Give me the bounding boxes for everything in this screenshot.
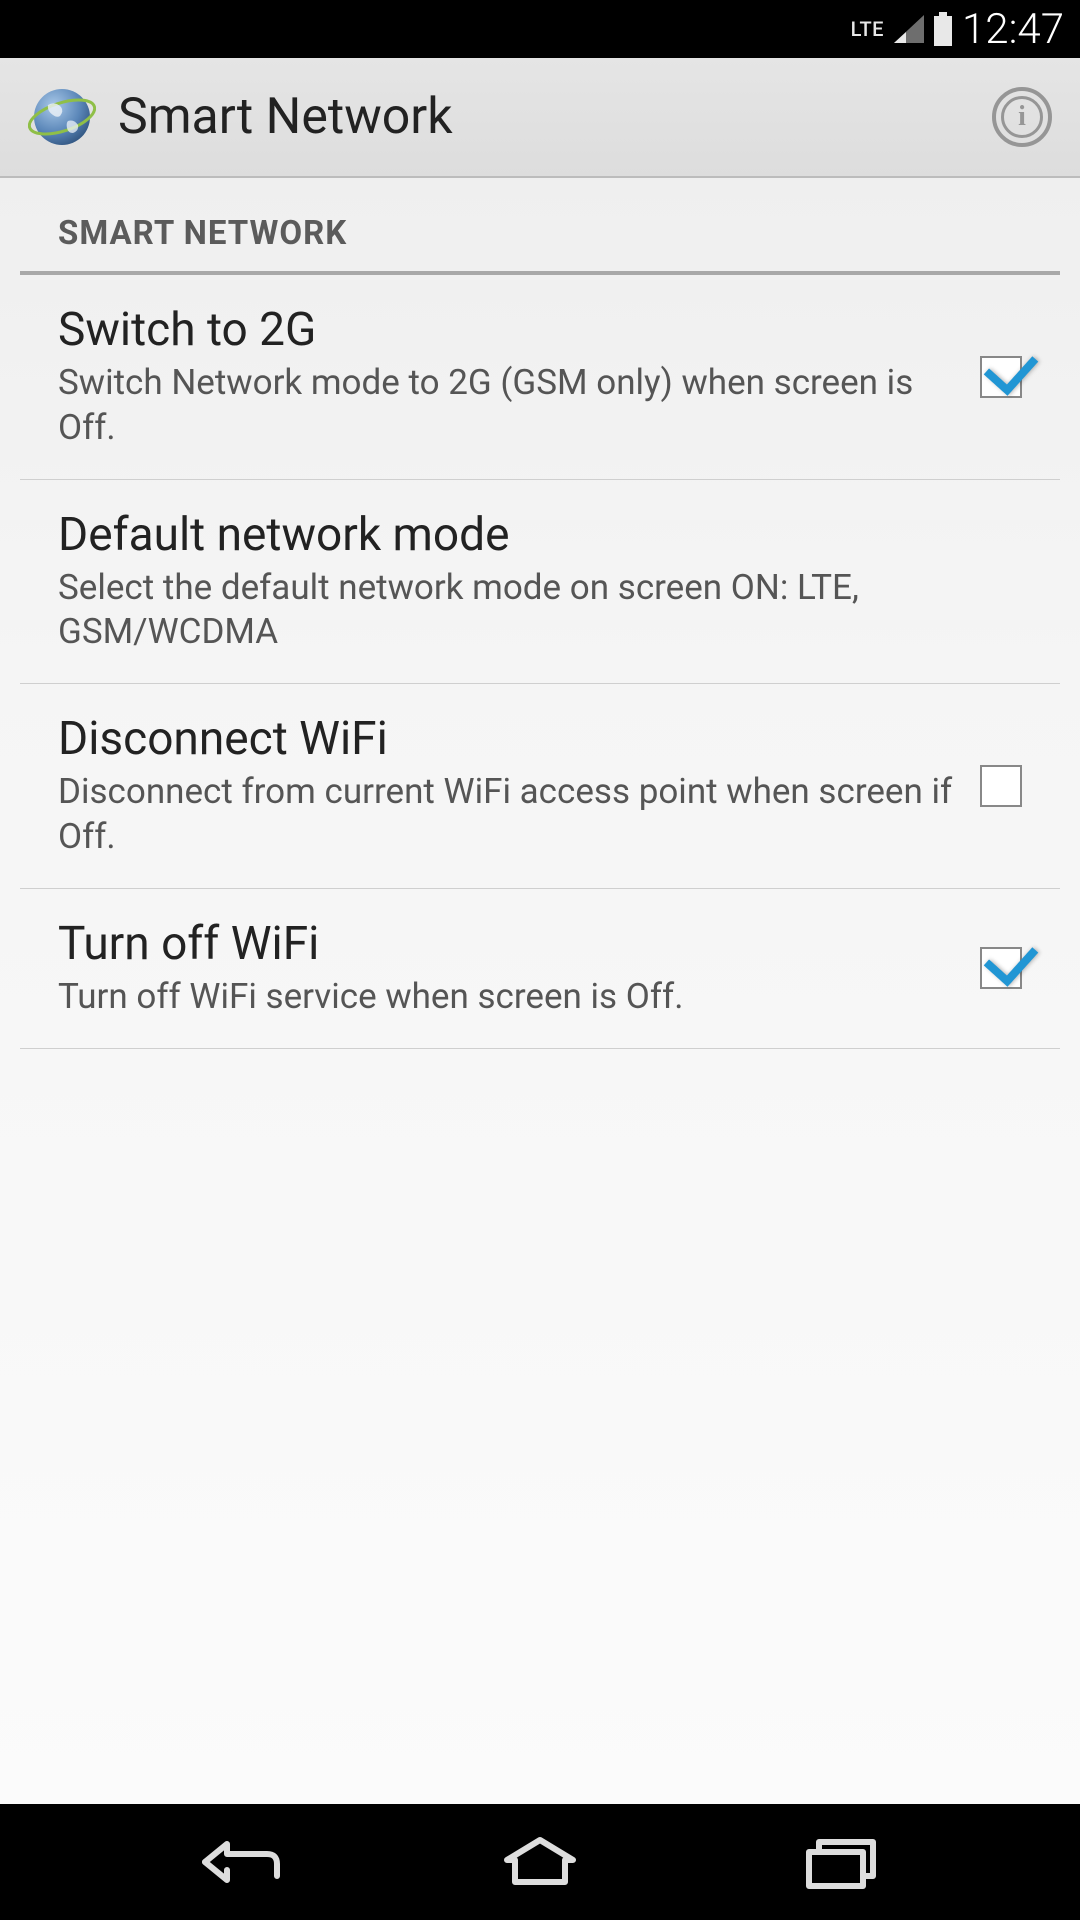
setting-switch-to-2g[interactable]: Switch to 2G Switch Network mode to 2G (… <box>20 275 1060 480</box>
signal-icon <box>894 15 924 43</box>
setting-default-network-mode[interactable]: Default network mode Select the default … <box>20 480 1060 685</box>
clock: 12:47 <box>962 5 1064 54</box>
checkbox-disconnect-wifi[interactable] <box>980 765 1022 807</box>
setting-subtitle: Switch Network mode to 2G (GSM only) whe… <box>58 361 954 451</box>
setting-subtitle: Disconnect from current WiFi access poin… <box>58 770 954 860</box>
status-bar: LTE 12:47 <box>0 0 1080 58</box>
back-button[interactable] <box>185 1832 295 1892</box>
setting-disconnect-wifi[interactable]: Disconnect WiFi Disconnect from current … <box>20 684 1060 889</box>
info-button[interactable]: i <box>992 87 1052 147</box>
settings-content: SMART NETWORK Switch to 2G Switch Networ… <box>0 178 1080 1804</box>
battery-icon <box>934 16 952 46</box>
navigation-bar <box>0 1804 1080 1920</box>
globe-network-icon <box>28 83 96 151</box>
checkbox-turn-off-wifi[interactable] <box>980 947 1022 989</box>
home-button[interactable] <box>485 1832 595 1892</box>
setting-title: Turn off WiFi <box>58 917 954 971</box>
setting-subtitle: Select the default network mode on scree… <box>58 566 996 656</box>
setting-subtitle: Turn off WiFi service when screen is Off… <box>58 975 954 1020</box>
recent-apps-button[interactable] <box>785 1832 895 1892</box>
info-icon: i <box>1001 96 1043 138</box>
app-bar: Smart Network i <box>0 58 1080 178</box>
status-icons: LTE <box>851 14 952 44</box>
setting-turn-off-wifi[interactable]: Turn off WiFi Turn off WiFi service when… <box>20 889 1060 1049</box>
setting-title: Default network mode <box>58 508 996 562</box>
checkbox-switch-to-2g[interactable] <box>980 356 1022 398</box>
setting-title: Disconnect WiFi <box>58 712 954 766</box>
app-title: Smart Network <box>118 88 992 146</box>
network-type-label: LTE <box>851 17 884 41</box>
section-header: SMART NETWORK <box>20 192 1060 275</box>
setting-title: Switch to 2G <box>58 303 954 357</box>
